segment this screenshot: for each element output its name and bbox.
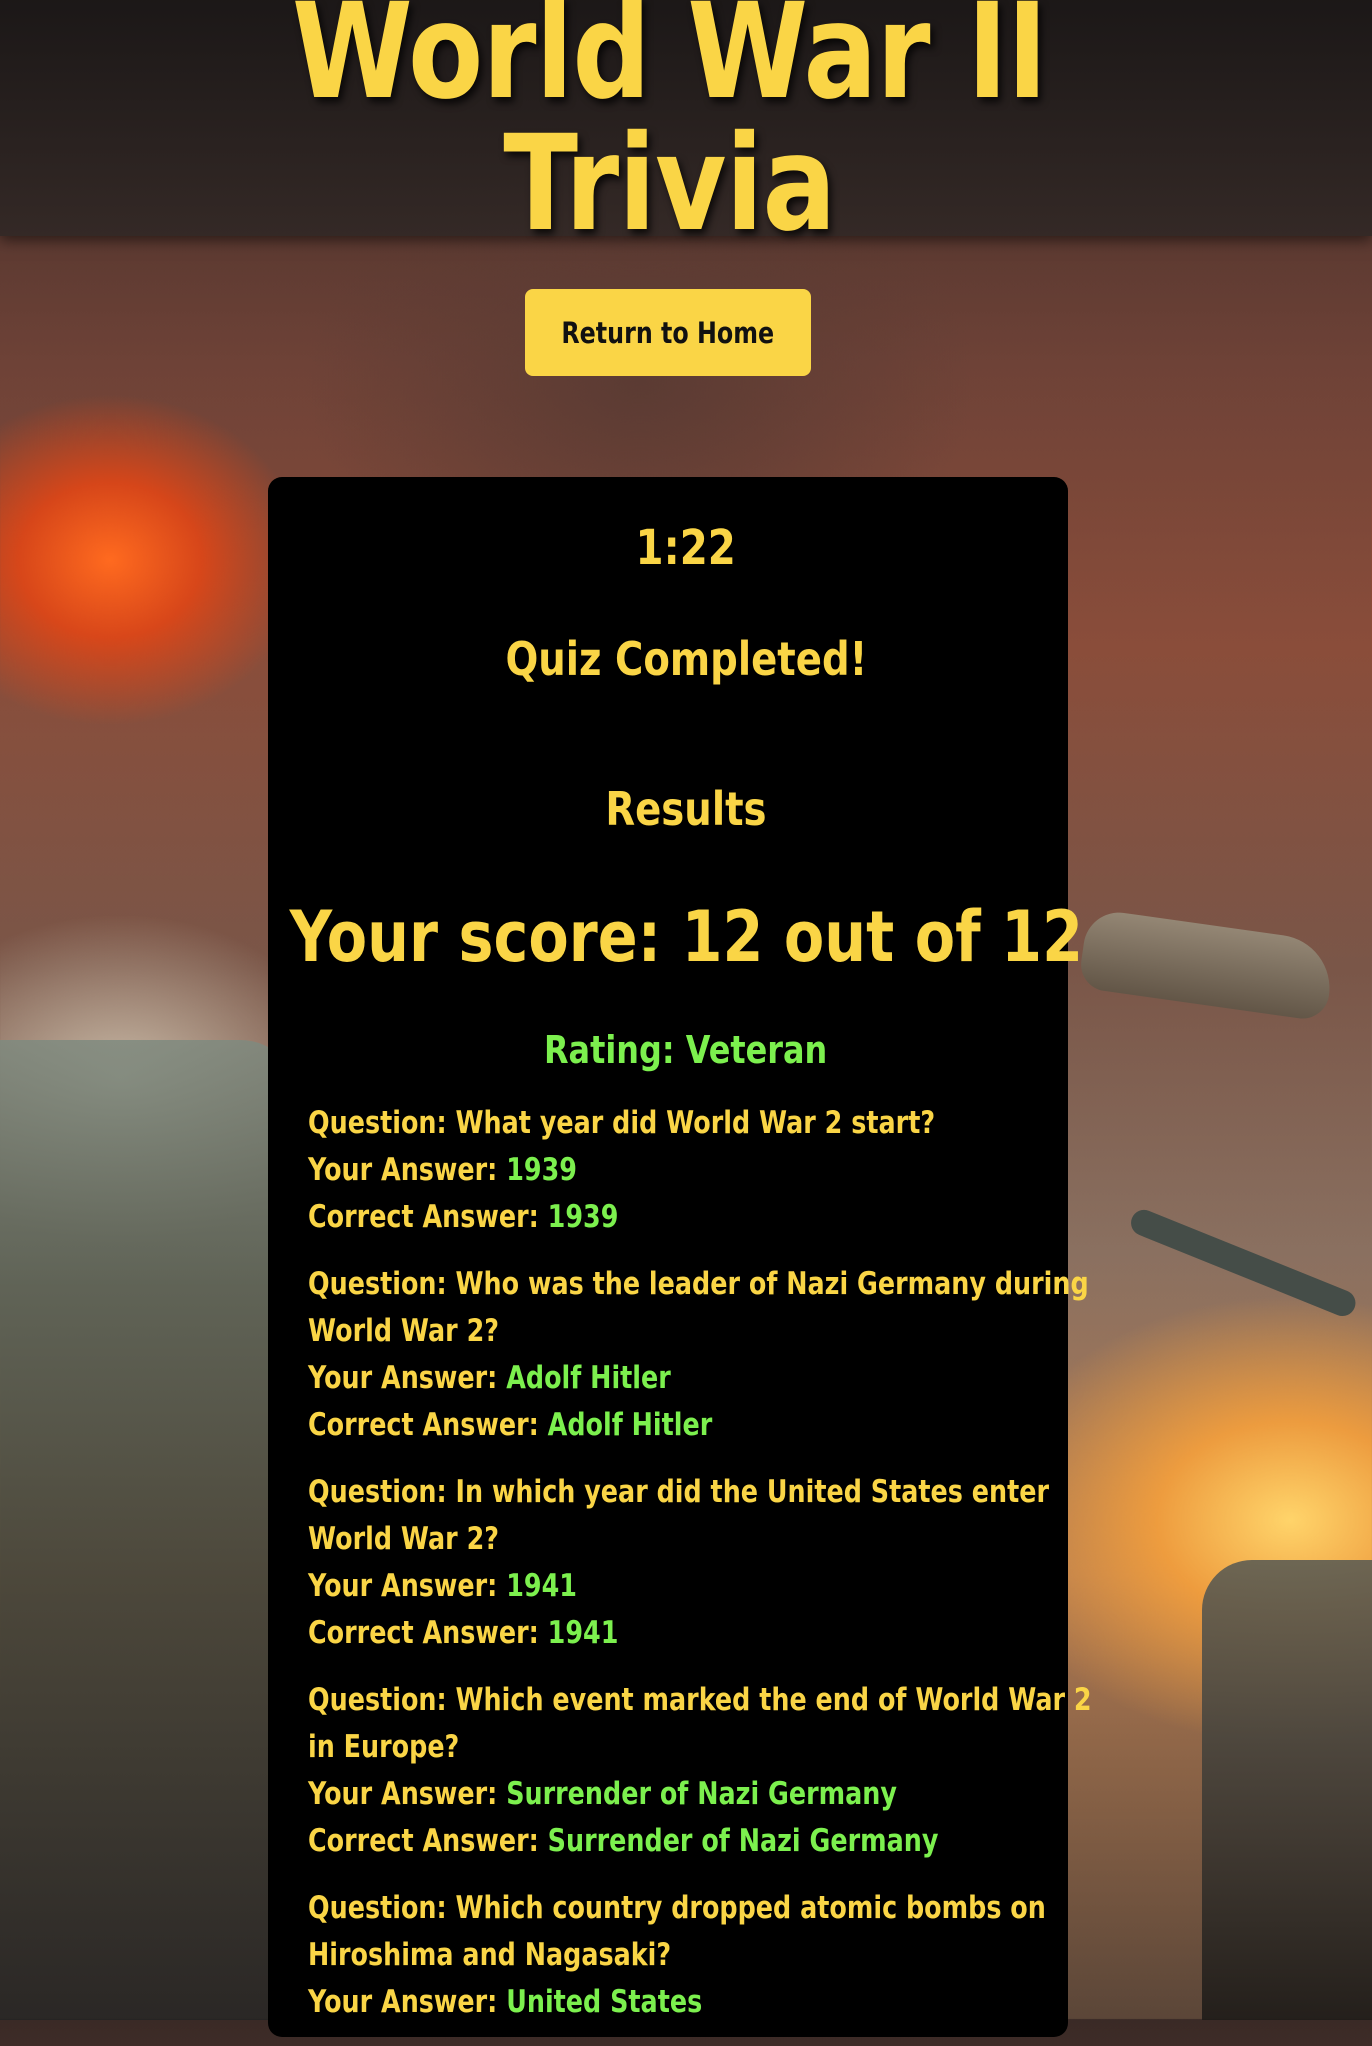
question-line-cont: World War 2? [308,1313,500,1349]
result-item: Question: In which year did the United S… [308,1469,1049,1657]
your-answer-value: United States [506,1984,703,2020]
rating-label: Rating: [544,1028,675,1072]
background-tank-left [0,1040,300,2020]
your-answer-label: Your Answer: [308,1984,498,2020]
quiz-status: Quiz Completed! [0,632,1372,686]
return-home-button[interactable]: Return to Home [525,289,811,376]
timer-value: 1:22 [635,520,737,576]
question-text: Which country dropped atomic bombs on [455,1890,1046,1926]
question-line-cont: World War 2? [308,1521,500,1557]
correct-answer-line: Correct Answer: Surrender of Nazi German… [308,1818,938,1865]
results-heading-text: Results [605,782,767,836]
question-line-cont: Hiroshima and Nagasaki? [308,1937,672,1973]
result-item: Question: Who was the leader of Nazi Ger… [308,1261,1089,1449]
correct-answer-label: Correct Answer: [308,1823,539,1859]
correct-answer-value: Surrender of Nazi Germany [547,1823,939,1859]
rating-value: Veteran [686,1028,828,1072]
correct-answer-value: 1939 [547,1199,619,1235]
question-line: Question: Which event marked the end of … [308,1677,1092,1724]
correct-answer-label: Correct Answer: [308,1615,539,1651]
return-home-label: Return to Home [561,315,775,350]
question-text: Who was the leader of Nazi Germany durin… [455,1266,1089,1302]
score-text: Your score: 12 out of 12 [289,896,1083,978]
your-answer-value: 1941 [506,1568,577,1604]
rating-text: Rating: Veteran [544,1028,827,1072]
question-text: Which event marked the end of World War … [455,1682,1092,1718]
correct-answer-label: Correct Answer: [308,1199,539,1235]
background-tank-gun [1127,1205,1360,1320]
correct-answer-label: Correct Answer: [308,1407,539,1443]
results-list: Question: What year did World War 2 star… [308,1100,1092,2046]
result-item: Question: Which country dropped atomic b… [308,1885,1046,2026]
question-text: What year did World War 2 start? [455,1105,936,1141]
your-answer-label: Your Answer: [308,1360,498,1396]
correct-answer-line: Correct Answer: Adolf Hitler [308,1402,898,1449]
correct-answer-value: Adolf Hitler [547,1407,713,1443]
your-answer-line: Your Answer: 1939 [308,1147,898,1194]
quiz-status-text: Quiz Completed! [505,632,867,686]
question-label: Question: [308,1105,447,1141]
your-answer-value: Surrender of Nazi Germany [506,1776,897,1812]
question-label: Question: [308,1890,447,1926]
question-line: Question: What year did World War 2 star… [308,1100,935,1147]
correct-answer-value: 1941 [547,1615,619,1651]
score-display: Your score: 12 out of 12 [0,896,1372,978]
result-item: Question: Which event marked the end of … [308,1677,1092,1865]
rating-display: Rating: Veteran [0,1028,1372,1072]
your-answer-line: Your Answer: Surrender of Nazi Germany [308,1771,898,1818]
result-item: Question: What year did World War 2 star… [308,1100,1028,1241]
results-heading: Results [0,782,1372,836]
site-title: World War II Trivia [291,0,1048,261]
your-answer-line: Your Answer: 1941 [308,1563,898,1610]
your-answer-label: Your Answer: [308,1776,498,1812]
question-label: Question: [308,1474,447,1510]
quiz-timer: 1:22 [0,520,1372,576]
your-answer-label: Your Answer: [308,1568,498,1604]
question-line: Question: Who was the leader of Nazi Ger… [308,1261,1089,1308]
correct-answer-line: Correct Answer: 1941 [308,1610,898,1657]
correct-answer-line: Correct Answer: 1939 [308,1194,898,1241]
question-label: Question: [308,1266,447,1302]
your-answer-line: Your Answer: Adolf Hitler [308,1355,898,1402]
question-line: Question: In which year did the United S… [308,1469,1049,1516]
question-text: In which year did the United States ente… [455,1474,1050,1510]
background-tank-right [1202,1560,1372,2020]
site-header: World War II Trivia [0,0,1372,250]
question-label: Question: [308,1682,447,1718]
question-line: Question: Which country dropped atomic b… [308,1885,1046,1932]
question-line-cont: in Europe? [308,1729,460,1765]
your-answer-label: Your Answer: [308,1152,498,1188]
your-answer-value: 1939 [506,1152,577,1188]
your-answer-value: Adolf Hitler [506,1360,671,1396]
